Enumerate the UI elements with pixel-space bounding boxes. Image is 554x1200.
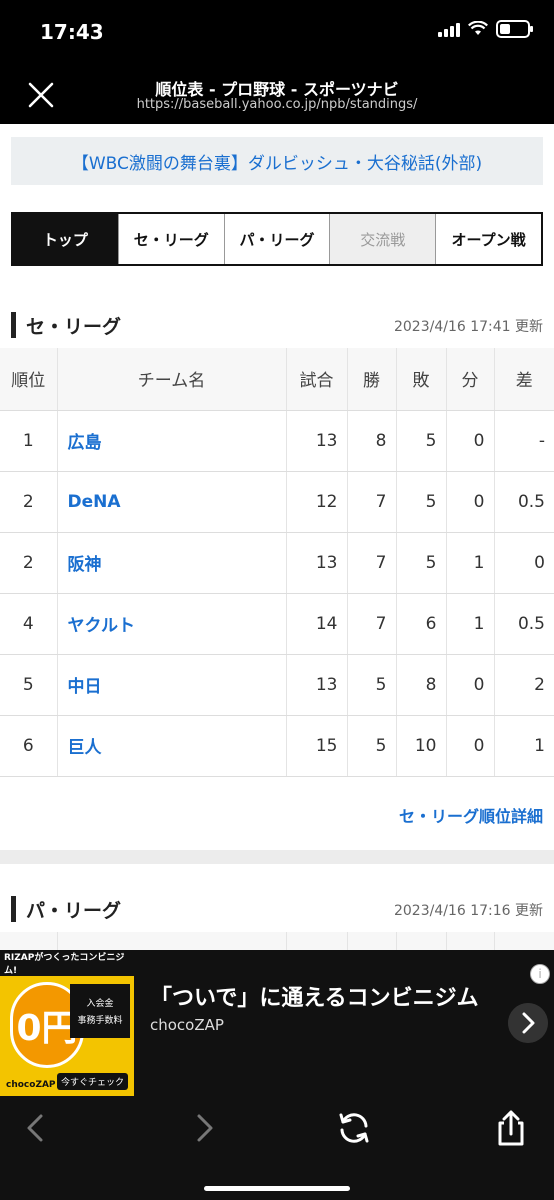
ad-image-cta: 今すぐチェック [56,1073,128,1090]
losses-cell: 5 [396,471,447,533]
section-divider [0,850,554,864]
status-time: 17:43 [40,20,104,44]
page-url: https://baseball.yahoo.co.jp/npb/standin… [136,97,418,112]
central-detail-link[interactable]: セ・リーグ順位詳細 [399,803,543,827]
games-cell: 13 [286,532,348,594]
forward-icon[interactable] [180,1104,228,1152]
games-behind-cell: - [494,410,554,472]
chevron-right-icon[interactable] [508,1003,548,1043]
games-cell: 14 [286,593,348,655]
games-behind-cell: 2 [494,654,554,716]
ad-image-card: 入会金 事務手数料 [70,984,130,1038]
section-marker [11,312,16,338]
wins-cell: 8 [347,410,397,472]
rank-cell: 1 [0,410,58,472]
ad-sponsor: chocoZAP [150,1016,224,1034]
table-row: 2 阪神 13 7 5 1 0 [0,532,554,594]
games-cell: 13 [286,654,348,716]
pacific-league-header: パ・リーグ 2023/4/16 17:16 更新 [0,890,554,930]
table-header-row: 順位 チーム名 試合 勝 敗 分 差 [0,348,554,411]
games-cell: 15 [286,715,348,777]
browser-top-bar: 17:43 順位表 - プロ野球 - スポーツナビ https://baseba… [0,0,554,124]
central-standings-table: 順位 チーム名 試合 勝 敗 分 差 1 広島 13 8 5 0 - 2 DeN… [0,348,554,777]
games-behind-cell: 1 [494,715,554,777]
losses-cell: 10 [396,715,447,777]
team-link[interactable]: 中日 [57,654,287,716]
rank-cell: 6 [0,715,58,777]
rank-cell: 5 [0,654,58,716]
table-row: 2 DeNA 12 7 5 0 0.5 [0,471,554,533]
wins-cell: 7 [347,593,397,655]
rank-cell: 2 [0,532,58,594]
draws-cell: 0 [446,410,495,472]
ad-banner[interactable]: RIZAPがつくったコンビニジム! 0円 入会金 事務手数料 chocoZAP … [0,950,554,1096]
games-cell: 13 [286,410,348,472]
wins-cell: 7 [347,532,397,594]
updated-time: 2023/4/16 17:16 更新 [393,903,543,919]
wins-cell: 5 [347,654,397,716]
team-link[interactable]: 広島 [57,410,287,472]
table-row: 4 ヤクルト 14 7 6 1 0.5 [0,593,554,655]
col-header-games-behind: 差 [494,348,554,411]
section-title: パ・リーグ [26,900,122,922]
games-behind-cell: 0 [494,532,554,594]
table-row: 6 巨人 15 5 10 0 1 [0,715,554,777]
home-indicator [204,1186,350,1191]
draws-cell: 0 [446,715,495,777]
team-link[interactable]: DeNA [57,471,287,533]
games-behind-cell: 0.5 [494,471,554,533]
team-link[interactable]: 阪神 [57,532,287,594]
col-header-wins: 勝 [347,348,397,411]
col-header-rank: 順位 [0,348,58,411]
losses-cell: 5 [396,410,447,472]
losses-cell: 5 [396,532,447,594]
team-link[interactable]: 巨人 [57,715,287,777]
wifi-icon [468,21,488,35]
rank-cell: 2 [0,471,58,533]
ad-headline[interactable]: 「ついで」に通えるコンビニジム [150,980,479,1012]
info-icon[interactable]: i [530,964,550,984]
col-header-games: 試合 [286,348,348,411]
reload-icon[interactable] [330,1104,378,1152]
col-header-losses: 敗 [396,348,447,411]
section-title: セ・リーグ [26,316,122,338]
ad-image-card-line: 入会金 [86,999,114,1009]
rank-cell: 4 [0,593,58,655]
ad-image[interactable]: RIZAPがつくったコンビニジム! 0円 入会金 事務手数料 chocoZAP … [0,950,134,1096]
draws-cell: 0 [446,471,495,533]
table-row: 1 広島 13 8 5 0 - [0,410,554,472]
signal-icon [438,21,460,37]
draws-cell: 1 [446,532,495,594]
league-tabs: トップ セ・リーグ パ・リーグ 交流戦 オープン戦 [11,212,543,266]
browser-bottom-bar [0,1096,554,1200]
ad-image-card-line: 事務手数料 [77,1016,123,1026]
games-behind-cell: 0.5 [494,593,554,655]
tab-open-games[interactable]: オープン戦 [436,214,541,264]
status-icons [438,20,533,38]
updated-time: 2023/4/16 17:41 更新 [393,319,543,335]
col-header-draws: 分 [446,348,495,411]
losses-cell: 6 [396,593,447,655]
games-cell: 12 [286,471,348,533]
news-banner-link[interactable]: 【WBC激闘の舞台裏】ダルビッシュ・大谷秘話(外部) [11,137,543,185]
losses-cell: 8 [396,654,447,716]
central-league-header: セ・リーグ 2023/4/16 17:41 更新 [0,306,554,346]
ad-image-tagline: RIZAPがつくったコンビニジム! [0,950,134,976]
draws-cell: 0 [446,654,495,716]
wins-cell: 7 [347,471,397,533]
ad-image-brand: chocoZAP [6,1080,56,1090]
col-header-team: チーム名 [57,348,287,411]
tab-pacific-league[interactable]: パ・リーグ [224,214,331,264]
share-icon[interactable] [487,1104,535,1152]
team-link[interactable]: ヤクルト [57,593,287,655]
battery-icon [496,20,533,38]
table-row: 5 中日 13 5 8 0 2 [0,654,554,716]
tab-top[interactable]: トップ [13,214,119,264]
tab-interleague: 交流戦 [330,214,437,264]
back-icon[interactable] [12,1104,60,1152]
wins-cell: 5 [347,715,397,777]
draws-cell: 1 [446,593,495,655]
tab-central-league[interactable]: セ・リーグ [118,214,225,264]
section-marker [11,896,16,922]
